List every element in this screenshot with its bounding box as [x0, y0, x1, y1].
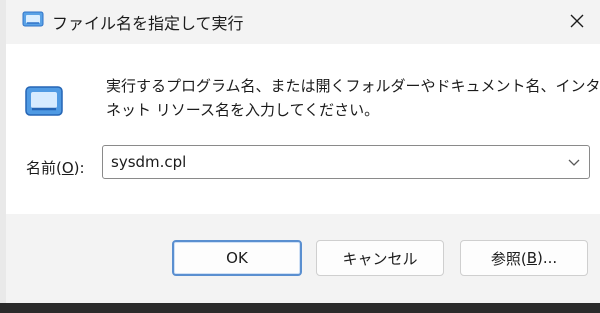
cancel-button[interactable]: キャンセル: [316, 240, 444, 276]
description-line-2: ネット リソース名を入力してください。: [106, 101, 380, 119]
name-label-accelerator: O: [61, 159, 74, 177]
description-line-1: 実行するプログラム名、または開くフォルダーやドキュメント名、インター: [106, 77, 600, 95]
dialog-content: 実行するプログラム名、または開くフォルダーやドキュメント名、インター ネット リ…: [6, 44, 600, 214]
browse-label-accelerator: B: [526, 249, 537, 267]
name-label-suffix: ):: [73, 159, 85, 177]
background-strip: [0, 303, 600, 313]
description-text: 実行するプログラム名、または開くフォルダーやドキュメント名、インター ネット リ…: [106, 74, 600, 122]
ok-button[interactable]: OK: [172, 240, 302, 276]
window-title: ファイル名を指定して実行: [52, 14, 244, 33]
close-button[interactable]: [560, 6, 594, 36]
run-dialog: ファイル名を指定して実行 実行するプログラム名、または開くフォルダーやドキュメン…: [0, 0, 600, 303]
button-bar: OK キャンセル 参照(B)...: [6, 214, 600, 303]
name-input[interactable]: [111, 151, 551, 173]
name-combobox[interactable]: [102, 145, 590, 179]
close-icon: [570, 14, 584, 28]
title-bar: ファイル名を指定して実行: [6, 0, 600, 44]
chevron-down-icon[interactable]: [565, 153, 583, 171]
browse-button[interactable]: 参照(B)...: [460, 240, 588, 276]
run-icon: [22, 11, 44, 27]
run-icon: [25, 86, 63, 116]
name-field-label: 名前(O):: [26, 157, 85, 178]
name-label-prefix: 名前(: [26, 159, 62, 177]
browse-label-suffix: )...: [537, 249, 558, 267]
browse-label-prefix: 参照(: [490, 249, 527, 268]
